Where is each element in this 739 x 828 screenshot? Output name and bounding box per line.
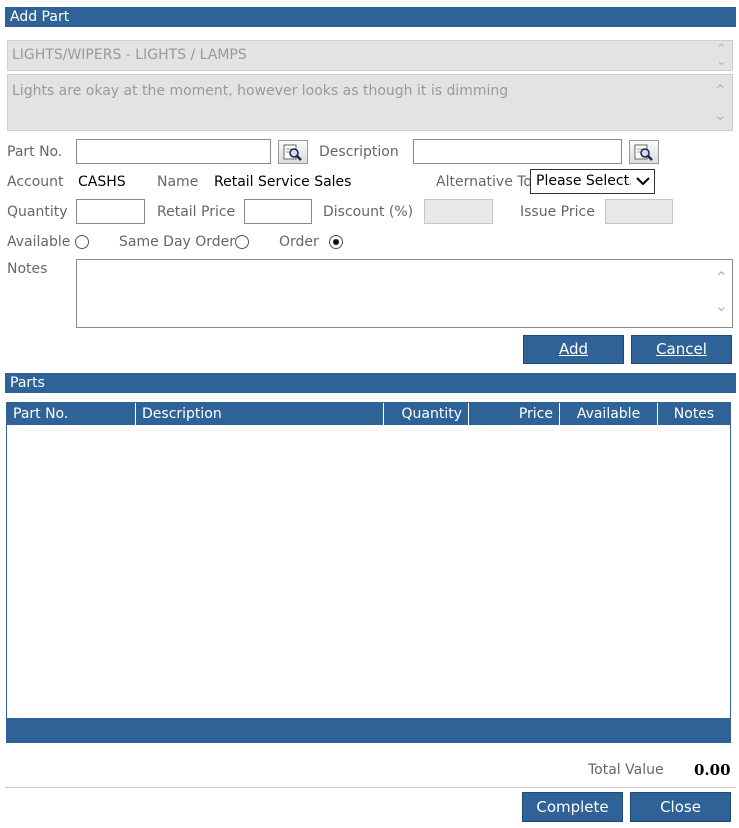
column-header-part-no[interactable]: Part No. [7, 403, 136, 425]
order-label: Order [279, 234, 319, 250]
description-label: Description [319, 144, 399, 160]
cancel-button[interactable]: Cancel [631, 335, 732, 364]
alternative-selected-value: Please Select... [536, 173, 631, 189]
column-header-description[interactable]: Description [136, 403, 384, 425]
issue-price-input [605, 199, 673, 224]
scroll-down-icon[interactable]: ⌄ [716, 55, 727, 68]
add-button[interactable]: Add [523, 335, 624, 364]
parts-grid-header: Part No. Description Quantity Price Avai… [7, 403, 730, 425]
quantity-label: Quantity [7, 204, 68, 220]
close-button-label: Close [660, 798, 701, 816]
part-no-label: Part No. [7, 144, 63, 160]
fault-description-field: Lights are okay at the moment, however l… [7, 74, 733, 131]
order-radio[interactable] [329, 235, 343, 249]
alternative-to-label: Alternative To [436, 174, 532, 190]
search-icon [283, 144, 302, 161]
add-button-label: Add [558, 340, 589, 358]
chevron-down-icon [636, 177, 650, 186]
scroll-down-icon[interactable]: ⌄ [715, 298, 728, 314]
quantity-input[interactable] [76, 199, 145, 224]
total-value: 0.00 [694, 761, 731, 779]
issue-price-label: Issue Price [520, 204, 595, 220]
description-lookup-button[interactable] [629, 140, 659, 164]
column-header-available[interactable]: Available [560, 403, 658, 425]
scroll-down-icon[interactable]: ⌄ [714, 107, 727, 123]
available-radio[interactable] [75, 235, 89, 249]
parts-grid-footer [7, 718, 730, 742]
account-value: CASHS [78, 174, 126, 190]
column-header-notes[interactable]: Notes [658, 403, 730, 425]
complete-button-label: Complete [536, 798, 609, 816]
column-header-quantity[interactable]: Quantity [384, 403, 469, 425]
footer-divider [5, 787, 736, 788]
total-value-label: Total Value [588, 762, 664, 778]
retail-price-label: Retail Price [157, 204, 236, 220]
cancel-button-label: Cancel [656, 340, 707, 358]
part-no-lookup-button[interactable] [278, 140, 308, 164]
name-label: Name [157, 174, 199, 190]
discount-label: Discount (%) [323, 204, 414, 220]
category-field: LIGHTS/WIPERS - LIGHTS / LAMPS ⌃ ⌄ [7, 40, 733, 71]
notes-label: Notes [7, 261, 48, 277]
close-button[interactable]: Close [630, 792, 731, 822]
complete-button[interactable]: Complete [522, 792, 623, 822]
account-label: Account [7, 174, 64, 190]
description-input[interactable] [413, 139, 622, 164]
available-label: Available [7, 234, 71, 250]
search-icon [634, 144, 653, 161]
add-part-header: Add Part [5, 7, 736, 27]
scroll-up-icon[interactable]: ⌃ [714, 83, 727, 99]
notes-textarea[interactable]: ⌃ ⌄ [76, 259, 733, 328]
parts-grid-body [7, 425, 730, 718]
same-day-order-radio[interactable] [235, 235, 249, 249]
discount-input [424, 199, 493, 224]
same-day-order-label: Same Day Order [119, 234, 236, 250]
category-text: LIGHTS/WIPERS - LIGHTS / LAMPS [12, 47, 247, 63]
parts-header: Parts [5, 373, 736, 393]
parts-grid: Part No. Description Quantity Price Avai… [6, 402, 731, 743]
retail-price-input[interactable] [244, 199, 312, 224]
column-header-price[interactable]: Price [469, 403, 560, 425]
add-part-title: Add Part [10, 9, 70, 25]
part-no-input[interactable] [76, 139, 271, 164]
parts-title: Parts [10, 375, 45, 391]
name-value: Retail Service Sales [214, 174, 352, 190]
scroll-up-icon[interactable]: ⌃ [715, 270, 728, 286]
alternative-to-select[interactable]: Please Select... [530, 169, 655, 194]
fault-text: Lights are okay at the moment, however l… [12, 83, 509, 99]
